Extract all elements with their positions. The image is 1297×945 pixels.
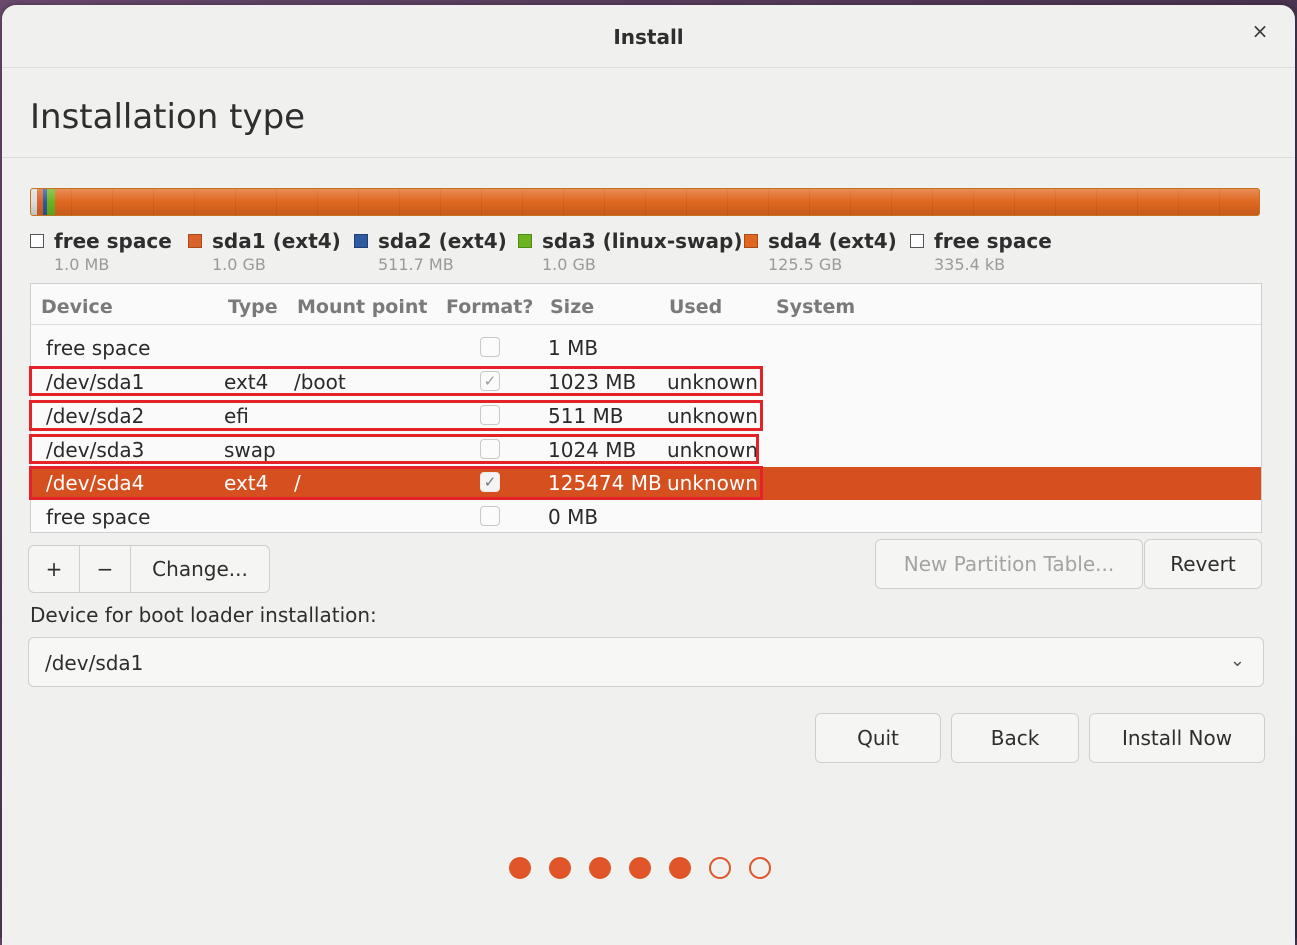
legend-size: 511.7 MB <box>378 255 454 274</box>
progress-dot-5 <box>669 857 691 879</box>
legend-label: sda4 (ext4) <box>768 229 897 253</box>
bar-shade <box>31 189 1259 215</box>
cell-size: 0 MB <box>548 505 599 529</box>
legend-size: 1.0 MB <box>54 255 110 274</box>
column-header-size[interactable]: Size <box>550 296 594 318</box>
chevron-down-icon: ⌄ <box>1229 650 1245 671</box>
legend-item-sda2: sda2 (ext4) 511.7 MB <box>354 229 507 274</box>
cell-mount: /boot <box>294 370 346 394</box>
boot-loader-label: Device for boot loader installation: <box>30 603 377 627</box>
legend-size: 335.4 kB <box>934 255 1006 274</box>
legend-label: free space <box>54 229 172 253</box>
legend-label: free space <box>934 229 1052 253</box>
cell-size: 1 MB <box>548 336 599 360</box>
legend-label: sda2 (ext4) <box>378 229 507 253</box>
legend-label: sda1 (ext4) <box>212 229 341 253</box>
header-divider <box>2 157 1295 158</box>
cell-used: unknown <box>667 471 758 495</box>
cell-size: 511 MB <box>548 404 624 428</box>
legend-size: 1.0 GB <box>212 255 266 274</box>
progress-dot-3 <box>589 857 611 879</box>
legend-swatch <box>188 234 202 248</box>
legend-item-free-space-1: free space 1.0 MB <box>30 229 172 274</box>
boot-loader-device-value: /dev/sda1 <box>45 651 144 675</box>
legend-item-sda4: sda4 (ext4) 125.5 GB <box>744 229 897 274</box>
cell-size: 1023 MB <box>548 370 637 394</box>
table-row[interactable]: /dev/sda1 ext4 /boot ✓ 1023 MB unknown <box>31 366 1261 399</box>
cell-device: /dev/sda4 <box>46 471 145 495</box>
install-now-button[interactable]: Install Now <box>1089 713 1265 763</box>
legend-item-sda1: sda1 (ext4) 1.0 GB <box>188 229 341 274</box>
table-header: Device Type Mount point Format? Size Use… <box>31 284 1261 325</box>
back-button[interactable]: Back <box>951 713 1079 763</box>
legend-size: 1.0 GB <box>542 255 596 274</box>
column-header-device[interactable]: Device <box>41 296 113 318</box>
legend-size: 125.5 GB <box>768 255 843 274</box>
format-checkbox[interactable] <box>480 506 500 526</box>
legend-swatch <box>910 234 924 248</box>
cell-type: efi <box>224 404 249 428</box>
cell-type: ext4 <box>224 471 269 495</box>
table-row[interactable]: /dev/sda2 efi 511 MB unknown <box>31 400 1261 433</box>
revert-button[interactable]: Revert <box>1144 539 1262 589</box>
quit-button[interactable]: Quit <box>815 713 941 763</box>
table-row[interactable]: free space 0 MB <box>31 501 1261 534</box>
page-title: Installation type <box>30 97 306 137</box>
cell-type: ext4 <box>224 370 269 394</box>
progress-dot-7 <box>749 857 771 879</box>
boot-loader-device-select[interactable]: /dev/sda1 ⌄ <box>28 637 1264 687</box>
progress-dot-6 <box>709 857 731 879</box>
cell-device: free space <box>46 336 151 360</box>
remove-partition-button[interactable]: − <box>79 545 131 593</box>
column-header-system[interactable]: System <box>776 296 855 318</box>
column-header-type[interactable]: Type <box>228 296 278 318</box>
legend-swatch <box>354 234 368 248</box>
title-bar: Install × <box>2 5 1295 68</box>
format-checkbox[interactable] <box>480 405 500 425</box>
cell-used: unknown <box>667 370 758 394</box>
cell-device: /dev/sda1 <box>46 370 145 394</box>
cell-device: free space <box>46 505 151 529</box>
legend-item-free-space-2: free space 335.4 kB <box>910 229 1052 274</box>
cell-device: /dev/sda2 <box>46 404 145 428</box>
progress-dot-2 <box>549 857 571 879</box>
legend-label: sda3 (linux-swap) <box>542 229 743 253</box>
column-header-format[interactable]: Format? <box>446 296 533 318</box>
progress-dot-1 <box>509 857 531 879</box>
table-row-selected[interactable]: /dev/sda4 ext4 / ✓ 125474 MB unknown <box>31 467 1261 500</box>
cell-size: 1024 MB <box>548 438 637 462</box>
partition-usage-bar <box>30 188 1260 216</box>
format-checkbox[interactable]: ✓ <box>480 371 500 391</box>
legend-item-sda3: sda3 (linux-swap) 1.0 GB <box>518 229 742 274</box>
legend-swatch <box>518 234 532 248</box>
format-checkbox[interactable]: ✓ <box>480 472 500 492</box>
table-row[interactable]: /dev/sda3 swap 1024 MB unknown <box>31 434 1261 467</box>
legend-swatch <box>744 234 758 248</box>
change-partition-button[interactable]: Change... <box>130 545 270 593</box>
cell-used: unknown <box>667 438 758 462</box>
column-header-mount-point[interactable]: Mount point <box>297 296 428 318</box>
cell-size: 125474 MB <box>548 471 662 495</box>
column-header-used[interactable]: Used <box>669 296 722 318</box>
cell-type: swap <box>224 438 276 462</box>
window-title: Install <box>613 25 684 49</box>
cell-used: unknown <box>667 404 758 428</box>
partition-table: Device Type Mount point Format? Size Use… <box>29 283 1262 534</box>
add-partition-button[interactable]: + <box>28 545 80 593</box>
format-checkbox[interactable] <box>480 439 500 459</box>
cell-mount: / <box>294 471 301 495</box>
legend-swatch <box>30 234 44 248</box>
installer-window: Install × Installation type free space 1… <box>2 5 1295 945</box>
progress-dot-4 <box>629 857 651 879</box>
new-partition-table-button[interactable]: New Partition Table... <box>875 539 1143 589</box>
table-row[interactable]: free space 1 MB <box>31 332 1261 365</box>
format-checkbox[interactable] <box>480 337 500 357</box>
close-icon[interactable]: × <box>1247 18 1273 44</box>
cell-device: /dev/sda3 <box>46 438 145 462</box>
